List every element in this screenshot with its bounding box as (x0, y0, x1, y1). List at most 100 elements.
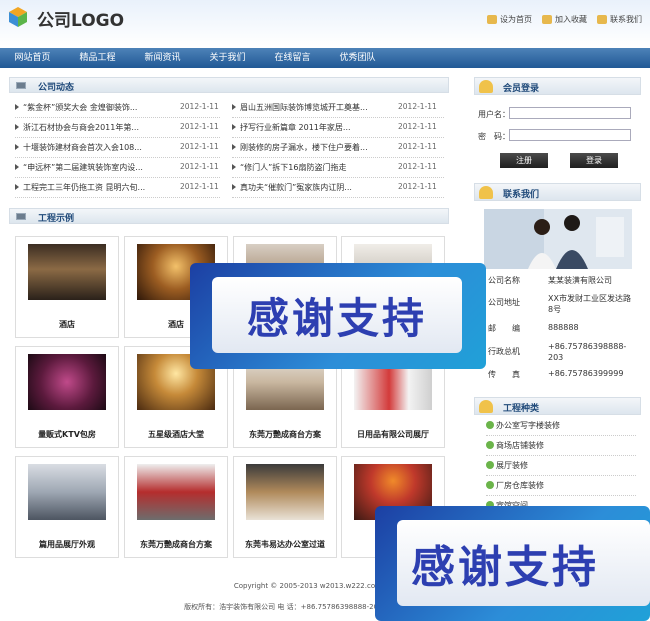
add-favorite-link[interactable]: 加入收藏 (542, 14, 587, 25)
favorite-icon (542, 15, 552, 24)
news-date: 2012-1-11 (398, 122, 437, 131)
home-icon (487, 15, 497, 24)
news-title[interactable]: 抒写行业新篇章 2011年家居... (240, 122, 351, 133)
news-item[interactable]: 刚装修的房子漏水，楼下住户要着... 2012-1-11 (232, 138, 444, 158)
news-panel-header: 公司动态 (9, 77, 449, 93)
section-badge-icon (479, 80, 493, 93)
nav-item-projects[interactable]: 精品工程 (65, 48, 130, 68)
contact-us-link[interactable]: 联系我们 (597, 14, 642, 25)
project-caption[interactable]: 量贩式KTV包房 (16, 429, 118, 440)
project-card[interactable]: 量贩式KTV包房 (15, 346, 119, 448)
postcode-label: 邮 编 (488, 324, 520, 333)
project-image[interactable] (28, 244, 106, 300)
project-card[interactable]: 东莞万艷成商台方案 (124, 456, 228, 558)
news-item[interactable]: 十堰装饰建材商会首次入会108... 2012-1-11 (15, 138, 220, 158)
section-badge-icon (479, 400, 493, 413)
news-date: 2012-1-11 (398, 162, 437, 171)
news-item[interactable]: “修门人”拆下16扇防盗门拖走 2012-1-11 (232, 158, 444, 178)
login-panel-title: 会员登录 (503, 84, 540, 94)
arrow-icon (232, 144, 236, 150)
arrow-icon (232, 104, 236, 110)
mail-icon (597, 15, 607, 24)
thanks-banner-text: 感谢支持 (212, 277, 462, 353)
news-date: 2012-1-11 (180, 142, 219, 151)
main-nav: 网站首页 精品工程 新闻资讯 关于我们 在线留言 优秀团队 (0, 48, 650, 68)
news-item[interactable]: “紫金杯”颁奖大会 金煌御装饰... 2012-1-11 (15, 98, 220, 118)
project-image[interactable] (246, 464, 324, 520)
news-date: 2012-1-11 (398, 102, 437, 111)
news-date: 2012-1-11 (398, 182, 437, 191)
project-card[interactable]: 东莞韦易达办公室过道 (233, 456, 337, 558)
category-label[interactable]: 办公室写字楼装修 (496, 420, 560, 431)
main-phone-label: 行政总机 (488, 347, 520, 356)
bullet-icon (486, 461, 494, 469)
nav-item-about[interactable]: 关于我们 (195, 48, 260, 68)
project-caption[interactable]: 五星级酒店大堂 (125, 429, 227, 440)
register-button[interactable]: 注册 (500, 153, 548, 168)
news-title[interactable]: 工程完工三年仍拖工资 昆明六旬... (23, 182, 145, 193)
category-label[interactable]: 厂房仓库装修 (496, 480, 544, 491)
password-input[interactable] (509, 129, 631, 141)
login-button[interactable]: 登录 (570, 153, 618, 168)
news-title[interactable]: 真功夫“催款门”冤家族内讧阴... (240, 182, 352, 193)
category-item[interactable]: 商场店铺装修 (486, 436, 636, 456)
bullet-icon (486, 421, 494, 429)
news-item[interactable]: 浙江石材协会与商会2011年第... 2012-1-11 (15, 118, 220, 138)
nav-item-message[interactable]: 在线留言 (260, 48, 325, 68)
thanks-banner: 感谢支持 (190, 263, 486, 369)
news-date: 2012-1-11 (180, 182, 219, 191)
category-item[interactable]: 展厅装修 (486, 456, 636, 476)
username-input[interactable] (509, 107, 631, 119)
project-caption[interactable]: 日用品有限公司展厅 (342, 429, 444, 440)
news-item[interactable]: 抒写行业新篇章 2011年家居... 2012-1-11 (232, 118, 444, 138)
contact-photo (484, 209, 632, 269)
news-item[interactable]: “申远杯”第二届建筑装饰室内设... 2012-1-11 (15, 158, 220, 178)
projects-panel-title: 工程示例 (38, 214, 75, 224)
login-panel-header: 会员登录 (474, 77, 641, 95)
category-label[interactable]: 展厅装修 (496, 460, 528, 471)
nav-item-home[interactable]: 网站首页 (0, 48, 65, 68)
bullet-icon (486, 481, 494, 489)
project-image[interactable] (28, 354, 106, 410)
categories-panel-header: 工程种类 (474, 397, 641, 415)
nav-item-news[interactable]: 新闻资讯 (130, 48, 195, 68)
project-caption[interactable]: 篇用品展厅外观 (16, 539, 118, 550)
nav-item-team[interactable]: 优秀团队 (325, 48, 390, 68)
thanks-banner-text: 感谢支持 (397, 520, 650, 606)
arrow-icon (15, 124, 19, 130)
project-card[interactable]: 篇用品展厅外观 (15, 456, 119, 558)
news-title[interactable]: 十堰装饰建材商会首次入会108... (23, 142, 142, 153)
set-homepage-link[interactable]: 设为首页 (487, 14, 532, 25)
arrow-icon (15, 184, 19, 190)
news-title[interactable]: 刚装修的房子漏水，楼下住户要着... (240, 142, 368, 153)
project-caption[interactable]: 东莞万艷成商台方案 (234, 429, 336, 440)
contact-panel-header: 联系我们 (474, 183, 641, 201)
project-image[interactable] (137, 464, 215, 520)
category-item[interactable]: 厂房仓库装修 (486, 476, 636, 496)
arrow-icon (232, 184, 236, 190)
category-label[interactable]: 商场店铺装修 (496, 440, 544, 451)
panel-icon (16, 213, 26, 220)
news-item[interactable]: 工程完工三年仍拖工资 昆明六旬... 2012-1-11 (15, 178, 220, 198)
company-name-label: 公司名称 (488, 276, 520, 285)
news-title[interactable]: “修门人”拆下16扇防盗门拖走 (240, 162, 346, 173)
section-badge-icon (479, 186, 493, 199)
logo-text[interactable]: 公司LOGO (37, 6, 124, 31)
news-title[interactable]: “紫金杯”颁奖大会 金煌御装饰... (23, 102, 137, 113)
company-address-value: XX市发财工业区发达路8号 (548, 294, 631, 314)
project-caption[interactable]: 东莞万艷成商台方案 (125, 539, 227, 550)
project-image[interactable] (28, 464, 106, 520)
news-title[interactable]: 浙江石材协会与商会2011年第... (23, 122, 139, 133)
news-date: 2012-1-11 (180, 122, 219, 131)
news-title[interactable]: “申远杯”第二届建筑装饰室内设... (23, 162, 143, 173)
news-item[interactable]: 眉山五洲国际装饰博览城开工奠基... 2012-1-11 (232, 98, 444, 118)
project-caption[interactable]: 酒店 (16, 319, 118, 330)
project-card[interactable]: 酒店 (15, 236, 119, 338)
news-title[interactable]: 眉山五洲国际装饰博览城开工奠基... (240, 102, 368, 113)
news-item[interactable]: 真功夫“催款门”冤家族内讧阴... 2012-1-11 (232, 178, 444, 198)
password-label: 密 码： (478, 132, 510, 141)
thanks-banner: 感谢支持 (375, 506, 650, 621)
project-caption[interactable]: 东莞韦易达办公室过道 (234, 539, 336, 550)
company-name-value: 某某装潢有限公司 (548, 276, 612, 285)
category-item[interactable]: 办公室写字楼装修 (486, 416, 636, 436)
